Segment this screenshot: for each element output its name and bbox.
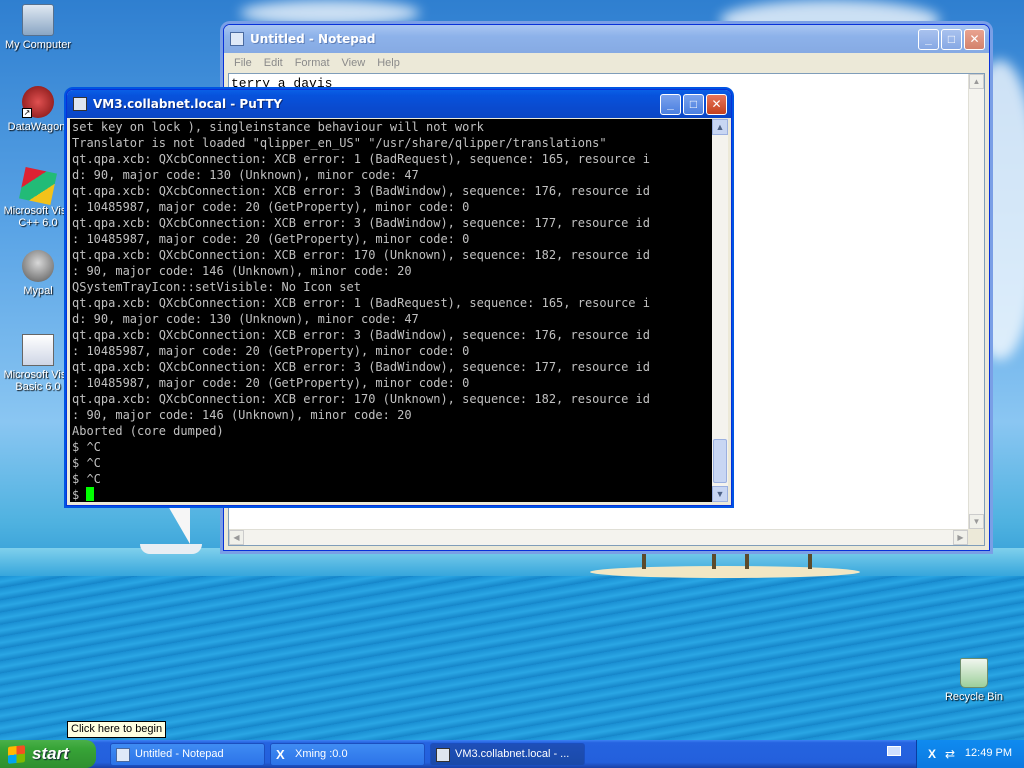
menu-format[interactable]: Format	[289, 57, 336, 69]
vertical-scrollbar[interactable]: ▲ ▼	[968, 74, 984, 529]
terminal-area[interactable]: set key on lock ), singleinstance behavi…	[70, 119, 728, 502]
terminal-line: qt.qpa.xcb: QXcbConnection: XCB error: 3…	[72, 360, 650, 374]
terminal-line: d: 90, major code: 130 (Unknown), minor …	[72, 168, 419, 182]
terminal-line: Aborted (core dumped)	[72, 424, 224, 438]
terminal-line: qt.qpa.xcb: QXcbConnection: XCB error: 3…	[72, 216, 650, 230]
terminal-prompt-line: $	[72, 487, 711, 502]
putty-window: VM3.collabnet.local - PuTTY _ □ ✕ set ke…	[66, 89, 732, 506]
recycle-bin-icon	[960, 658, 988, 688]
shortcut-arrow-icon: ↗	[22, 108, 32, 118]
menu-help[interactable]: Help	[371, 57, 406, 69]
terminal-line: d: 90, major code: 130 (Unknown), minor …	[72, 312, 419, 326]
terminal-line: qt.qpa.xcb: QXcbConnection: XCB error: 3…	[72, 184, 650, 198]
scroll-down-icon[interactable]: ▼	[712, 486, 728, 502]
keyboard-icon[interactable]	[887, 746, 901, 756]
scroll-left-icon[interactable]: ◀	[229, 530, 244, 545]
mypal-icon	[22, 250, 54, 282]
minimize-button[interactable]: _	[660, 94, 681, 115]
putty-icon	[73, 97, 87, 111]
desktop-icon-visual-cpp[interactable]: Microsoft Visu C++ 6.0	[0, 167, 76, 229]
terminal-line: qt.qpa.xcb: QXcbConnection: XCB error: 3…	[72, 328, 650, 342]
network-icon[interactable]: ⇄	[943, 747, 957, 761]
terminal-line: : 10485987, major code: 20 (GetProperty)…	[72, 344, 470, 358]
desktop-icon-label: DataWagon.	[7, 121, 69, 133]
visual-cpp-icon	[19, 167, 57, 205]
xming-icon: X	[276, 747, 285, 762]
taskbar-button-label: VM3.collabnet.local - ...	[455, 748, 570, 760]
menu-view[interactable]: View	[336, 57, 372, 69]
terminal-line: qt.qpa.xcb: QXcbConnection: XCB error: 1…	[72, 392, 650, 406]
visual-basic-icon	[22, 334, 54, 366]
notepad-icon	[116, 748, 130, 762]
terminal-line: : 10485987, major code: 20 (GetProperty)…	[72, 376, 470, 390]
desktop-icon-label: Microsoft Visu Basic 6.0	[3, 369, 73, 393]
taskbar-button-label: Untitled - Notepad	[135, 748, 224, 760]
minimize-button[interactable]: _	[918, 29, 939, 50]
putty-title-bar[interactable]: VM3.collabnet.local - PuTTY _ □ ✕	[67, 90, 731, 118]
taskbar-button-label: Xming :0.0	[295, 748, 348, 760]
terminal-line: : 10485987, major code: 20 (GetProperty)…	[72, 232, 470, 246]
desktop-icon-label: My Computer	[4, 39, 72, 51]
scroll-right-icon[interactable]: ▶	[953, 530, 968, 545]
terminal-line: qt.qpa.xcb: QXcbConnection: XCB error: 1…	[72, 296, 650, 310]
start-tooltip: Click here to begin	[67, 721, 167, 738]
close-button[interactable]: ✕	[964, 29, 985, 50]
scrollbar-corner	[968, 529, 984, 545]
menu-file[interactable]: File	[228, 57, 258, 69]
scroll-down-icon[interactable]: ▼	[969, 514, 984, 529]
putty-icon	[436, 748, 450, 762]
clock[interactable]: 12:49 PM	[965, 747, 1012, 759]
notepad-menu-bar: File Edit Format View Help	[224, 53, 989, 73]
notepad-icon	[230, 32, 244, 46]
desktop-icon-label: Microsoft Visu C++ 6.0	[3, 205, 73, 229]
desktop-icon-visual-basic[interactable]: Microsoft Visu Basic 6.0	[0, 334, 76, 393]
desktop-icon-label: Mypal	[23, 285, 53, 297]
terminal-cursor	[86, 487, 95, 501]
terminal-line: $ ^C	[72, 440, 101, 454]
datawagon-icon: ↗	[22, 86, 54, 118]
desktop-icon-label: Recycle Bin	[944, 691, 1004, 703]
taskbar-button-putty[interactable]: VM3.collabnet.local - ...	[430, 743, 585, 766]
terminal-line: : 10485987, major code: 20 (GetProperty)…	[72, 200, 470, 214]
maximize-button[interactable]: □	[941, 29, 962, 50]
maximize-button[interactable]: □	[683, 94, 704, 115]
terminal-line: : 90, major code: 146 (Unknown), minor c…	[72, 264, 412, 278]
desktop-icon-datawagon[interactable]: ↗ DataWagon.	[0, 86, 76, 133]
taskbar-button-xming[interactable]: X Xming :0.0	[270, 743, 425, 766]
system-tray: X ⇄ 12:49 PM	[916, 740, 1024, 768]
taskbar-button-notepad[interactable]: Untitled - Notepad	[110, 743, 265, 766]
terminal-line: $ ^C	[72, 472, 101, 486]
scroll-up-icon[interactable]: ▲	[969, 74, 984, 89]
terminal-line: : 90, major code: 146 (Unknown), minor c…	[72, 408, 412, 422]
putty-title: VM3.collabnet.local - PuTTY	[93, 97, 283, 111]
scroll-thumb[interactable]	[713, 439, 727, 483]
horizontal-scrollbar[interactable]: ◀ ▶	[229, 529, 968, 545]
desktop-icon-mypal[interactable]: Mypal	[0, 250, 76, 297]
terminal-prompt: $	[72, 488, 87, 502]
menu-edit[interactable]: Edit	[258, 57, 289, 69]
desktop-icon-recycle-bin[interactable]: Recycle Bin	[936, 658, 1012, 703]
terminal-line: qt.qpa.xcb: QXcbConnection: XCB error: 1…	[72, 152, 650, 166]
terminal-line: Translator is not loaded "qlipper_en_US"…	[72, 136, 607, 150]
my-computer-icon	[22, 4, 54, 36]
terminal-line: qt.qpa.xcb: QXcbConnection: XCB error: 1…	[72, 248, 650, 262]
terminal-scrollbar[interactable]: ▲ ▼	[712, 119, 728, 502]
desktop-icon-my-computer[interactable]: My Computer	[0, 4, 76, 51]
terminal-output[interactable]: set key on lock ), singleinstance behavi…	[72, 119, 711, 502]
terminal-line: QSystemTrayIcon::setVisible: No Icon set	[72, 280, 361, 294]
close-button[interactable]: ✕	[706, 94, 727, 115]
start-label: start	[32, 744, 69, 763]
xming-tray-icon[interactable]: X	[925, 747, 939, 761]
terminal-line: $ ^C	[72, 456, 101, 470]
terminal-line: set key on lock ), singleinstance behavi…	[72, 120, 484, 134]
notepad-title-bar[interactable]: Untitled - Notepad _ □ ✕	[224, 25, 989, 53]
start-button[interactable]: start	[0, 740, 96, 768]
notepad-title: Untitled - Notepad	[250, 32, 376, 46]
taskbar: start Untitled - Notepad X Xming :0.0 VM…	[0, 740, 1024, 768]
windows-flag-icon	[8, 745, 25, 764]
scroll-up-icon[interactable]: ▲	[712, 119, 728, 135]
